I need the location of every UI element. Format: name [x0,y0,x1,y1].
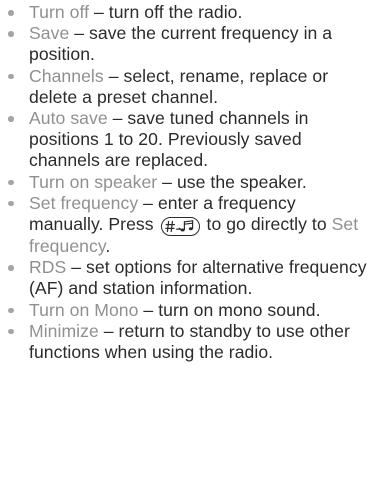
separator: – [103,65,124,86]
separator: – [107,108,128,129]
option-term: Minimize [29,320,99,341]
option-term: Save [29,23,70,44]
separator: – [138,192,158,213]
option-term: Set frequency [29,192,139,213]
hash-music-key-icon [160,217,200,237]
bullet-icon [8,328,14,335]
separator: – [138,299,159,320]
list-item-turn-on-mono: Turn on Mono – turn on mono sound. [8,300,369,321]
bullet-icon [8,200,14,207]
list-item-save: Save – save the current frequency in a p… [8,23,369,65]
list-item-turn-off: Turn off – turn off the radio. [8,2,369,23]
separator: – [89,2,109,22]
hash-music-glyph [164,220,193,233]
sentence-end: . [105,236,111,257]
option-description: use the speaker. [176,171,307,192]
bullet-icon [8,116,14,122]
option-term: RDS [29,257,67,278]
separator: – [98,320,119,341]
list-item-turn-on-speaker: Turn on speaker – use the speaker. [8,172,369,193]
separator: – [69,23,90,44]
list-item-set-frequency: Set frequency – enter a frequency manual… [8,193,369,257]
bullet-icon [8,307,14,314]
bullet-icon [8,10,14,16]
list-item-channels: Channels – select, rename, replace or de… [8,66,369,108]
option-description: turn on mono sound. [158,299,321,320]
option-term: Turn on speaker [29,171,158,192]
option-term: Turn off [29,2,90,22]
list-item-auto-save: Auto save – save tuned channels in posit… [8,108,369,172]
separator: – [66,257,87,278]
list-item-rds: RDS – set options for alternative freque… [8,257,369,299]
manual-page: Turn off – turn off the radio. Save – sa… [0,0,369,480]
bullet-icon [8,31,14,37]
list-item-minimize: Minimize – return to standby to use othe… [8,321,369,363]
radio-options-list: Turn off – turn off the radio. Save – sa… [8,2,369,363]
option-description: turn off the radio. [108,2,243,22]
bullet-icon [8,73,14,80]
option-term: Channels [29,65,104,86]
bullet-icon [8,179,14,186]
option-term: Auto save [29,108,108,129]
option-term: Turn on Mono [29,299,139,320]
separator: – [157,171,177,192]
bullet-icon [8,265,14,271]
option-description-continued: to go directly to [206,214,327,235]
